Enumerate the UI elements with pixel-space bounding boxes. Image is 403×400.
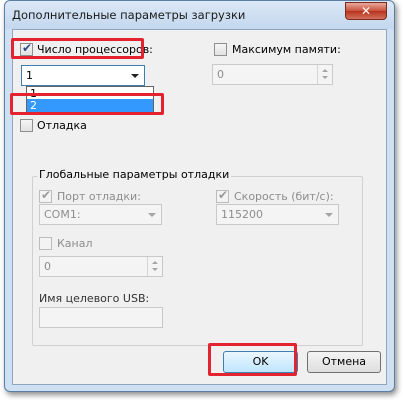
max-memory-value: 0 — [217, 68, 224, 81]
title-bar: Дополнительные параметры загрузки ✕ — [5, 1, 394, 29]
max-memory-stepper[interactable]: 0 — [212, 64, 333, 85]
dialog-client: Число процессоров: 1 Максимум памяти: 0 … — [12, 29, 387, 385]
processors-selected-value: 1 — [26, 69, 33, 82]
max-memory-spin-buttons[interactable] — [317, 65, 332, 84]
channel-value: 0 — [44, 260, 51, 273]
chevron-down-icon — [131, 74, 139, 78]
spin-up-icon — [322, 69, 328, 72]
debug-port-value: COM1: — [44, 208, 81, 221]
baud-rate-value: 115200 — [221, 208, 263, 221]
spin-down-icon — [322, 76, 328, 79]
channel-checkbox[interactable] — [39, 237, 52, 250]
window-title: Дополнительные параметры загрузки — [12, 8, 246, 22]
channel-spin-buttons[interactable] — [147, 257, 162, 276]
spin-down-icon — [152, 268, 158, 271]
debug-checkbox[interactable] — [20, 119, 33, 132]
cancel-button[interactable]: Отмена — [307, 351, 381, 373]
max-memory-checkbox[interactable] — [214, 43, 227, 56]
baud-rate-label: Скорость (бит/с): — [234, 190, 334, 203]
processors-combo[interactable]: 1 — [21, 65, 145, 86]
close-icon: ✕ — [360, 4, 372, 18]
highlight-processors-option — [10, 93, 164, 115]
global-debug-title: Глобальные параметры отладки — [37, 168, 232, 181]
chevron-down-icon — [325, 213, 333, 217]
close-button[interactable]: ✕ — [345, 2, 387, 20]
baud-rate-combo[interactable]: 115200 — [216, 204, 339, 225]
chevron-down-icon — [148, 213, 156, 217]
max-memory-label: Максимум памяти: — [232, 43, 341, 56]
channel-label: Канал — [57, 237, 93, 250]
debug-port-checkbox[interactable] — [39, 188, 52, 203]
spin-up-icon — [152, 261, 158, 264]
highlight-ok-button — [208, 343, 297, 376]
debug-port-label: Порт отладки: — [57, 190, 141, 203]
debug-port-combo[interactable]: COM1: — [39, 204, 162, 225]
highlight-processors-checkbox — [11, 38, 144, 59]
debug-label: Отладка — [37, 119, 87, 132]
usb-target-input[interactable] — [39, 307, 163, 328]
channel-stepper[interactable]: 0 — [39, 256, 163, 277]
baud-rate-checkbox[interactable] — [216, 188, 229, 203]
usb-target-label: Имя целевого USB: — [39, 292, 150, 305]
